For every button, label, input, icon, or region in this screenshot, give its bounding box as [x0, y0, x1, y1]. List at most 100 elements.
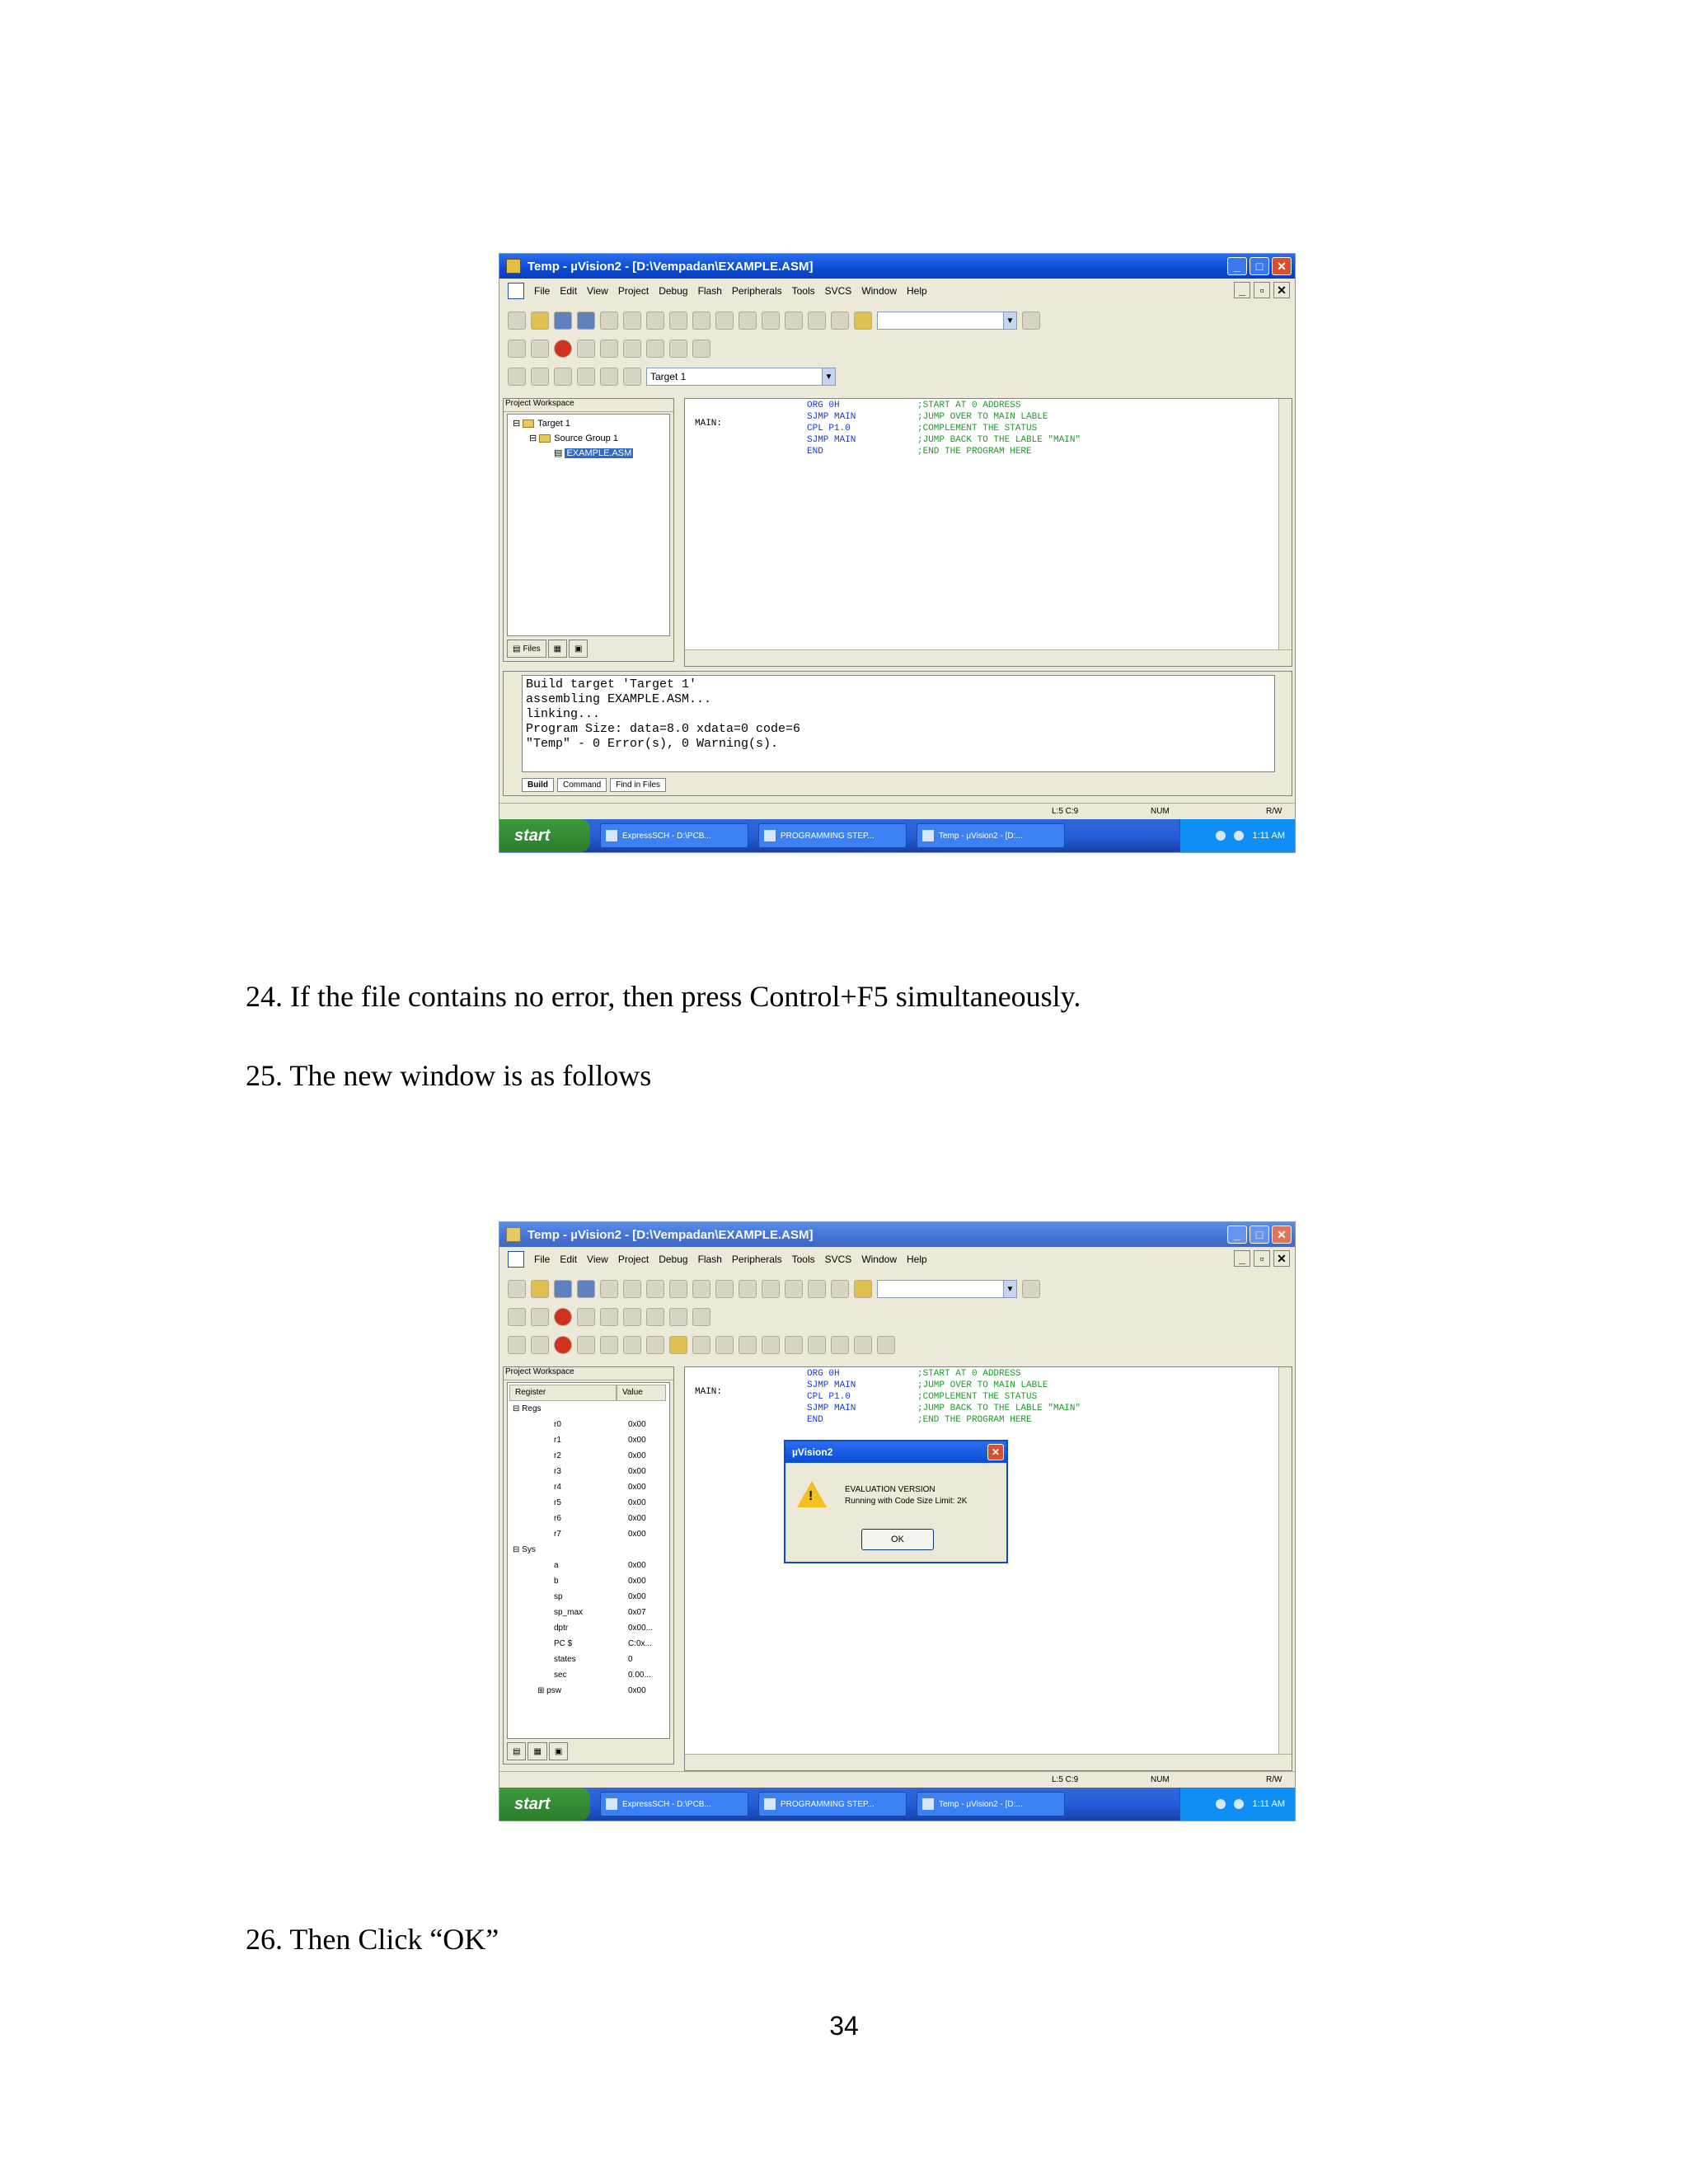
reg-value[interactable]: 0x00 [628, 1483, 646, 1492]
peripheral-icon[interactable] [646, 1308, 664, 1326]
minimize-button[interactable]: _ [1227, 1226, 1247, 1244]
indent-icon[interactable] [715, 1280, 734, 1298]
memory-icon[interactable] [692, 1308, 710, 1326]
reg-group-psw[interactable]: ⊞ psw [537, 1686, 561, 1695]
new-file-icon[interactable] [508, 312, 526, 330]
menu-peripherals[interactable]: Peripherals [732, 285, 782, 297]
step-into-icon[interactable] [577, 1336, 595, 1354]
save-icon[interactable] [554, 312, 572, 330]
save-all-icon[interactable] [577, 312, 595, 330]
undo-icon[interactable] [669, 1280, 687, 1298]
find-combo[interactable]: ▼ [877, 312, 1017, 330]
hand-icon[interactable] [623, 340, 641, 358]
mdi-close-button[interactable]: ✕ [1273, 282, 1290, 298]
reset-cpu-icon[interactable] [508, 1336, 526, 1354]
code-editor[interactable]: MAIN: ORG 0H SJMP MAIN CPL P1.0 SJMP MAI… [684, 398, 1292, 667]
trace-view-icon[interactable] [715, 1336, 734, 1354]
menu-edit[interactable]: Edit [560, 285, 577, 297]
show-next-statement-icon[interactable] [669, 1336, 687, 1354]
reg-group-regs[interactable]: ⊟ Regs [513, 1404, 542, 1413]
bookmark-clear-icon[interactable] [831, 1280, 849, 1298]
reg-value[interactable]: C:0x... [628, 1639, 652, 1648]
find-combo[interactable]: ▼ [877, 1280, 1017, 1298]
bookmark-prev-icon[interactable] [808, 1280, 826, 1298]
menu-file[interactable]: File [534, 285, 550, 297]
mdi-minimize-button[interactable]: _ [1234, 282, 1250, 298]
target-combo[interactable]: Target 1 ▼ [646, 368, 836, 386]
task-uvision[interactable]: Temp - µVision2 - [D:... [917, 823, 1065, 848]
menu-svcs[interactable]: SVCS [825, 285, 852, 297]
cursor-icon[interactable] [877, 1336, 895, 1354]
minimize-button[interactable]: _ [1227, 257, 1247, 275]
column-register[interactable]: Register [509, 1385, 617, 1401]
menu-view[interactable]: View [587, 1254, 608, 1265]
print-icon[interactable] [531, 340, 549, 358]
toolbox-icon[interactable] [854, 1336, 872, 1354]
close-button[interactable]: ✕ [1272, 257, 1292, 275]
menu-window[interactable]: Window [861, 285, 897, 297]
close-button[interactable]: ✕ [1272, 1226, 1292, 1244]
volume-icon[interactable] [1234, 831, 1245, 841]
network-icon[interactable] [1216, 1799, 1226, 1809]
menu-debug[interactable]: Debug [659, 1254, 687, 1265]
output-icon[interactable] [600, 1308, 618, 1326]
tab-find-in-files[interactable]: Find in Files [610, 778, 667, 792]
step-over-icon[interactable] [600, 1336, 618, 1354]
reg-value[interactable]: 0x00 [628, 1577, 646, 1586]
menu-flash[interactable]: Flash [698, 285, 722, 297]
horizontal-scrollbar[interactable] [685, 1754, 1292, 1770]
task-express-sch[interactable]: ExpressSCH - D:\PCB... [600, 1792, 748, 1816]
horizontal-scrollbar[interactable] [685, 649, 1292, 666]
reg-value[interactable]: 0x00 [628, 1467, 646, 1476]
bookmark-next-icon[interactable] [785, 1280, 803, 1298]
reg-value[interactable]: 0x07 [628, 1608, 646, 1617]
reg-value[interactable]: 0x00 [628, 1420, 646, 1429]
chevron-down-icon[interactable]: ▼ [822, 368, 835, 385]
menu-peripherals[interactable]: Peripherals [732, 1254, 782, 1265]
paste-icon[interactable] [646, 312, 664, 330]
reg-value[interactable]: 0 [628, 1655, 633, 1664]
reg-value[interactable]: 0x00 [628, 1530, 646, 1539]
bookmark-icon[interactable] [762, 312, 780, 330]
menu-svcs[interactable]: SVCS [825, 1254, 852, 1265]
tab-build[interactable]: Build [522, 778, 554, 792]
maximize-button[interactable]: □ [1250, 1226, 1269, 1244]
menu-window[interactable]: Window [861, 1254, 897, 1265]
bookmark-prev-icon[interactable] [808, 312, 826, 330]
mdi-restore-button[interactable]: ▫ [1254, 1250, 1270, 1267]
reg-value[interactable]: 0x00 [628, 1686, 646, 1695]
redo-icon[interactable] [692, 1280, 710, 1298]
vertical-scrollbar[interactable] [1278, 399, 1292, 649]
print-icon[interactable] [531, 1308, 549, 1326]
reg-value[interactable]: 0x00... [628, 1624, 653, 1633]
menu-debug[interactable]: Debug [659, 285, 687, 297]
disassembly-icon[interactable] [738, 1336, 757, 1354]
task-programming-steps[interactable]: PROGRAMMING STEP... [758, 1792, 907, 1816]
mdi-minimize-button[interactable]: _ [1234, 1250, 1250, 1267]
reg-value[interactable]: 0x00 [628, 1436, 646, 1445]
chevron-down-icon[interactable]: ▼ [1003, 312, 1016, 329]
workspace-icon[interactable] [508, 340, 526, 358]
code-editor[interactable]: MAIN: ORG 0H SJMP MAIN CPL P1.0 SJMP MAI… [684, 1366, 1292, 1771]
translate-icon[interactable] [508, 368, 526, 386]
tree-item-target[interactable]: ⊟ Target 1 [513, 418, 570, 429]
column-value[interactable]: Value [617, 1385, 666, 1401]
hand-icon[interactable] [623, 1308, 641, 1326]
volume-icon[interactable] [1234, 1799, 1245, 1809]
open-file-icon[interactable] [531, 1280, 549, 1298]
output-icon[interactable] [600, 340, 618, 358]
menu-file[interactable]: File [534, 1254, 550, 1265]
reg-value[interactable]: 0x00 [628, 1451, 646, 1460]
menu-project[interactable]: Project [618, 285, 649, 297]
menu-project[interactable]: Project [618, 1254, 649, 1265]
peripheral-icon[interactable] [646, 340, 664, 358]
new-file-icon[interactable] [508, 1280, 526, 1298]
step-out-icon[interactable] [623, 1336, 641, 1354]
download-icon[interactable] [600, 368, 618, 386]
task-programming-steps[interactable]: PROGRAMMING STEP... [758, 823, 907, 848]
save-all-icon[interactable] [577, 1280, 595, 1298]
mdi-restore-button[interactable]: ▫ [1254, 282, 1270, 298]
undo-icon[interactable] [669, 312, 687, 330]
cut-icon[interactable] [600, 312, 618, 330]
rebuild-icon[interactable] [554, 368, 572, 386]
